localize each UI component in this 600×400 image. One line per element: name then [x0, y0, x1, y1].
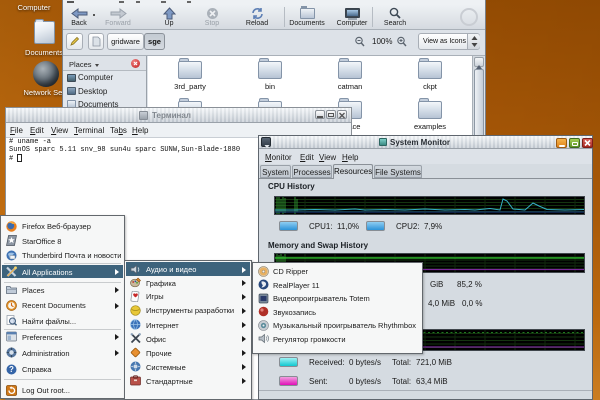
- svg-text:?: ?: [9, 365, 14, 374]
